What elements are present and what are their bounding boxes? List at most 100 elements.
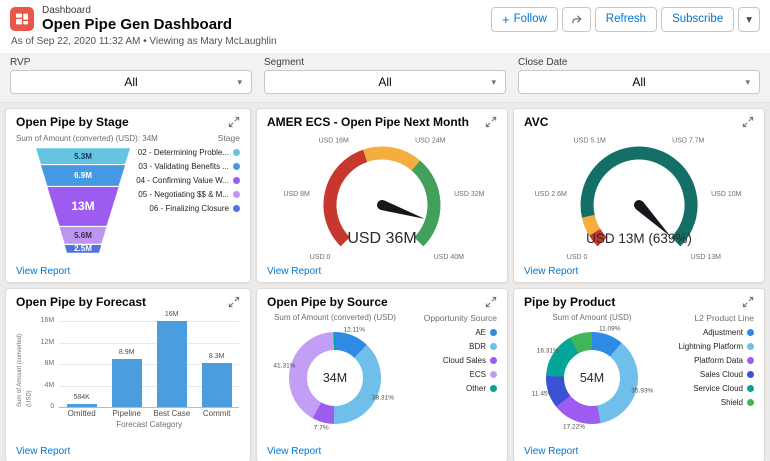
legend-dot-icon — [490, 343, 497, 351]
view-report-link[interactable]: View Report — [267, 266, 497, 277]
share-button[interactable] — [561, 6, 591, 32]
legend-dot-icon — [747, 385, 754, 393]
bar-y-tick: 16M — [40, 317, 55, 325]
svg-text:USD 0: USD 0 — [567, 254, 588, 261]
dashboard-grid: Open Pipe by Stage Sum of Amount (conver… — [0, 103, 770, 461]
legend-item: BDR — [403, 342, 497, 351]
legend-label: BDR — [469, 342, 486, 352]
legend-dot-icon — [747, 399, 754, 407]
page-title: Open Pipe Gen Dashboard — [42, 16, 233, 33]
legend-dot-icon — [747, 357, 754, 365]
donut-axis-title: Sum of Amount (USD) — [552, 313, 632, 323]
filter-segment: Segment All ▾ — [264, 57, 506, 95]
donut-slice-label: 12.11% — [343, 326, 366, 334]
bar-segment[interactable] — [66, 404, 97, 408]
asof-text: As of Sep 22, 2020 11:32 AM • Viewing as… — [0, 35, 770, 54]
legend-label: Adjustment — [702, 328, 743, 338]
svg-text:USD 0: USD 0 — [310, 254, 331, 261]
filter-rvp: RVP All ▾ — [10, 57, 252, 95]
chevron-down-icon: ▾ — [745, 76, 750, 87]
legend-item: 03 - Validating Benefits ... — [138, 162, 240, 171]
dashboard-glyph-icon — [16, 13, 28, 25]
legend-item: ECS — [403, 370, 497, 379]
legend-item: Shield — [660, 398, 754, 407]
legend-dot-icon — [747, 343, 754, 351]
expand-button[interactable] — [228, 116, 240, 131]
gauge-chart[interactable]: USD 0 USD 2.6M USD 5.1M USD 7.7M USD 10M USD … — [524, 131, 754, 262]
funnel-segment[interactable]: 2.5M — [64, 244, 102, 254]
filter-select-close-date[interactable]: All ▾ — [518, 70, 760, 95]
record-type-label: Dashboard — [42, 5, 91, 16]
view-report-link[interactable]: View Report — [267, 446, 497, 457]
chevron-down-icon: ▾ — [491, 76, 496, 87]
legend-label: 04 - Confirming Value W... — [136, 176, 229, 186]
expand-button[interactable] — [485, 296, 497, 311]
bar-segment[interactable] — [201, 362, 232, 408]
dashboard-header: Dashboard Open Pipe Gen Dashboard + Foll… — [0, 0, 770, 36]
svg-text:USD 13M: USD 13M — [691, 254, 722, 261]
funnel-segment[interactable]: 5.6M — [59, 226, 107, 244]
funnel-segment-label: 5.6M — [74, 230, 92, 240]
legend-item: Platform Data — [660, 356, 754, 365]
svg-text:USD 8M: USD 8M — [283, 191, 310, 198]
expand-icon — [228, 297, 240, 308]
expand-icon — [485, 297, 497, 308]
legend-label: 06 - Finalizing Closure — [149, 204, 229, 214]
funnel-segment[interactable]: 13M — [47, 186, 119, 226]
view-report-link[interactable]: View Report — [524, 446, 754, 457]
svg-text:USD 5.1M: USD 5.1M — [574, 138, 606, 145]
panel-title: Open Pipe by Stage — [16, 115, 129, 130]
follow-button[interactable]: + Follow — [490, 6, 558, 32]
panel-amer-ecs-open-pipe-next-month: AMER ECS - Open Pipe Next Month USD 0 USD… — [256, 108, 508, 284]
donut-center: 34M — [307, 350, 363, 407]
view-report-link[interactable]: View Report — [524, 266, 754, 277]
legend-label: Lightning Platform — [678, 342, 743, 352]
svg-text:USD 10M: USD 10M — [711, 191, 742, 198]
legend-item: 05 - Negotiating $$ & M... — [138, 190, 240, 199]
expand-button[interactable] — [742, 296, 754, 311]
legend-label: Service Cloud — [693, 384, 743, 394]
filter-select-segment[interactable]: All ▾ — [264, 70, 506, 95]
funnel-segment[interactable]: 5.3M — [36, 148, 130, 165]
expand-button[interactable] — [228, 296, 240, 311]
refresh-button[interactable]: Refresh — [594, 6, 658, 32]
legend-item: AE — [403, 328, 497, 337]
funnel-segment-label: 2.5M — [74, 244, 92, 254]
filter-select-rvp[interactable]: All ▾ — [10, 70, 252, 95]
legend-item: Sales Cloud — [660, 370, 754, 379]
bar-value-label: 8.3M — [208, 352, 225, 360]
bar-value-label: 8.9M — [118, 349, 135, 357]
bar-y-tick: 8M — [44, 360, 55, 368]
bar-category-label: Omitted — [67, 409, 96, 419]
bar-y-axis-title: Sum of Amount (converted) (USD) — [17, 334, 33, 408]
expand-button[interactable] — [485, 116, 497, 131]
bar-segment[interactable] — [156, 321, 187, 408]
svg-text:USD 24M: USD 24M — [415, 138, 446, 145]
donut-slice-label: 7.7% — [313, 424, 329, 432]
more-actions-button[interactable]: ▾ — [738, 6, 760, 32]
bar-plot-area: 584K 8.9M 16M 8.3M — [59, 311, 240, 409]
legend-label: 03 - Validating Benefits ... — [138, 162, 229, 172]
view-report-link[interactable]: View Report — [16, 266, 240, 277]
funnel-segment[interactable]: 6.9M — [40, 165, 126, 186]
panel-open-pipe-by-forecast: Open Pipe by Forecast Sum of Amount (con… — [5, 288, 251, 461]
gauge-chart[interactable]: USD 0 USD 8M USD 16M USD 24M USD 32M USD 40M U… — [267, 131, 497, 262]
bar-segment[interactable] — [111, 359, 142, 408]
dashboard-object-icon — [10, 7, 34, 32]
panel-title: Pipe by Product — [524, 295, 616, 310]
funnel-legend: Stage 02 - Determining Proble... 03 - Val… — [136, 133, 240, 218]
svg-text:USD 32M: USD 32M — [454, 191, 485, 198]
expand-icon — [228, 117, 240, 128]
title-block: Dashboard Open Pipe Gen Dashboard — [42, 5, 232, 33]
legend-item: Other — [403, 384, 497, 393]
expand-button[interactable] — [742, 116, 754, 131]
view-report-link[interactable]: View Report — [16, 446, 240, 457]
legend-dot-icon — [233, 191, 240, 199]
panel-open-pipe-by-stage: Open Pipe by Stage Sum of Amount (conver… — [5, 108, 251, 284]
legend-label: Shield — [720, 398, 743, 408]
donut-center-value: 34M — [322, 371, 348, 386]
funnel-segment-label: 6.9M — [74, 171, 92, 181]
bar-y-tick: 0 — [50, 403, 55, 411]
subscribe-button[interactable]: Subscribe — [661, 6, 735, 32]
legend-label: 05 - Negotiating $$ & M... — [138, 190, 229, 200]
